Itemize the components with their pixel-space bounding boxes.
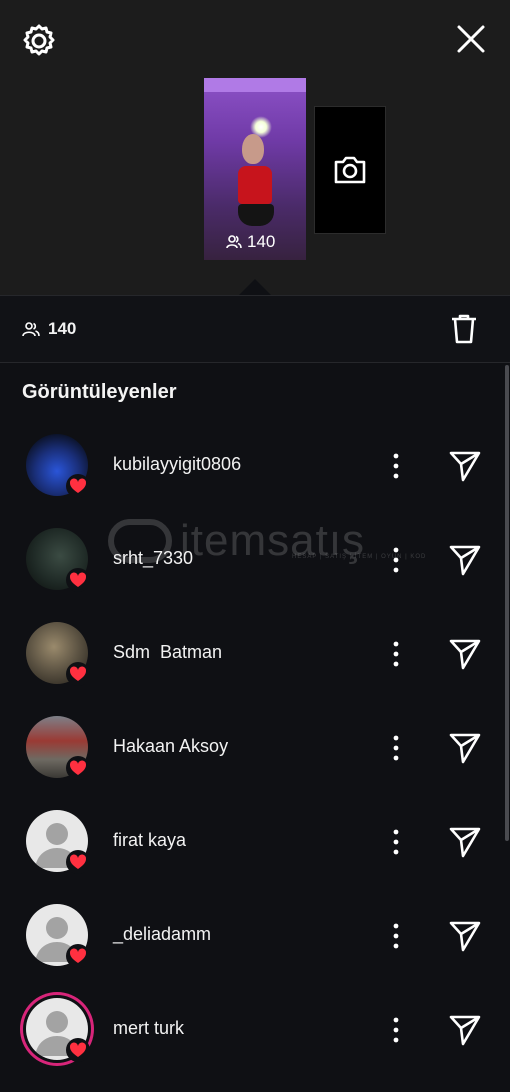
watermark-logo-icon <box>108 519 172 563</box>
like-badge <box>66 474 90 498</box>
settings-button[interactable] <box>20 22 58 60</box>
story-image-person-top <box>238 166 272 204</box>
send-icon <box>449 545 481 576</box>
like-badge <box>66 568 90 592</box>
gear-icon <box>23 24 55 56</box>
send-icon <box>449 639 481 670</box>
more-options-button[interactable] <box>386 734 406 762</box>
more-options-button[interactable] <box>386 452 406 480</box>
watermark: itemsatış HESAP | SATIŞ | İTEM | OYUN | … <box>108 516 425 566</box>
story-viewer-count: 140 <box>226 232 275 252</box>
send-message-button[interactable] <box>448 919 482 953</box>
more-vertical-icon <box>393 923 399 949</box>
heart-icon <box>69 854 87 869</box>
heart-icon <box>69 666 87 681</box>
add-story-camera-button[interactable] <box>314 106 386 234</box>
viewer-count-text: 140 <box>48 319 77 338</box>
viewers-section-title: Görüntüleyenler <box>22 381 177 403</box>
people-icon <box>22 321 40 336</box>
send-icon <box>449 733 481 764</box>
send-icon <box>449 1015 481 1046</box>
story-image-person-bottom <box>238 204 274 226</box>
like-badge <box>66 944 90 968</box>
send-icon <box>449 827 481 858</box>
avatar[interactable] <box>26 622 90 686</box>
more-options-button[interactable] <box>386 922 406 950</box>
heart-icon <box>69 1042 87 1057</box>
viewer-count: 140 <box>22 319 76 339</box>
viewer-username[interactable]: mert turk <box>113 1018 184 1039</box>
like-badge <box>66 850 90 874</box>
camera-icon <box>334 156 366 184</box>
heart-icon <box>69 478 87 493</box>
send-icon <box>449 451 481 482</box>
more-vertical-icon <box>393 547 399 573</box>
more-options-button[interactable] <box>386 546 406 574</box>
send-icon <box>449 921 481 952</box>
viewer-username[interactable]: kubilayyigit0806 <box>113 454 241 475</box>
selected-story-indicator <box>239 279 271 295</box>
more-options-button[interactable] <box>386 640 406 668</box>
viewer-username[interactable]: Hakaan Aksoy <box>113 736 228 757</box>
heart-icon <box>69 948 87 963</box>
more-options-button[interactable] <box>386 828 406 856</box>
story-stats-bar: 140 <box>0 295 510 363</box>
more-options-button[interactable] <box>386 1016 406 1044</box>
more-vertical-icon <box>393 453 399 479</box>
trash-icon <box>452 314 476 344</box>
like-badge <box>66 1038 90 1062</box>
viewer-username[interactable]: firat kaya <box>113 830 186 851</box>
send-message-button[interactable] <box>448 731 482 765</box>
story-thumbnail[interactable]: 140 <box>204 78 306 260</box>
viewer-username[interactable]: Sdm Batman <box>113 642 222 663</box>
avatar[interactable] <box>26 434 90 498</box>
like-badge <box>66 756 90 780</box>
viewer-row[interactable]: firat kaya <box>0 810 500 904</box>
more-vertical-icon <box>393 641 399 667</box>
close-icon <box>457 25 485 53</box>
more-vertical-icon <box>393 829 399 855</box>
avatar[interactable] <box>26 716 90 780</box>
more-vertical-icon <box>393 735 399 761</box>
heart-icon <box>69 760 87 775</box>
avatar[interactable] <box>26 998 90 1062</box>
viewer-row[interactable]: mert turk <box>0 998 500 1092</box>
story-image-ceiling <box>204 78 306 92</box>
scrollbar[interactable] <box>505 365 509 841</box>
avatar[interactable] <box>26 810 90 874</box>
send-message-button[interactable] <box>448 825 482 859</box>
send-message-button[interactable] <box>448 637 482 671</box>
send-message-button[interactable] <box>448 543 482 577</box>
viewer-row[interactable]: Hakaan Aksoy <box>0 716 500 810</box>
avatar[interactable] <box>26 528 90 592</box>
viewer-row[interactable]: _deliadamm <box>0 904 500 998</box>
send-message-button[interactable] <box>448 449 482 483</box>
story-image-person <box>242 134 264 164</box>
avatar[interactable] <box>26 904 90 968</box>
close-button[interactable] <box>452 20 490 58</box>
heart-icon <box>69 572 87 587</box>
story-viewer-count-text: 140 <box>247 232 276 251</box>
delete-story-button[interactable] <box>449 313 479 350</box>
viewer-username[interactable]: _deliadamm <box>113 924 211 945</box>
people-icon <box>226 235 242 249</box>
like-badge <box>66 662 90 686</box>
viewer-row[interactable]: kubilayyigit0806 <box>0 434 500 528</box>
more-vertical-icon <box>393 1017 399 1043</box>
send-message-button[interactable] <box>448 1013 482 1047</box>
viewer-row[interactable]: Sdm Batman <box>0 622 500 716</box>
watermark-tagline: HESAP | SATIŞ | İTEM | OYUN | KOD <box>292 554 427 560</box>
story-header: 140 <box>0 0 510 295</box>
